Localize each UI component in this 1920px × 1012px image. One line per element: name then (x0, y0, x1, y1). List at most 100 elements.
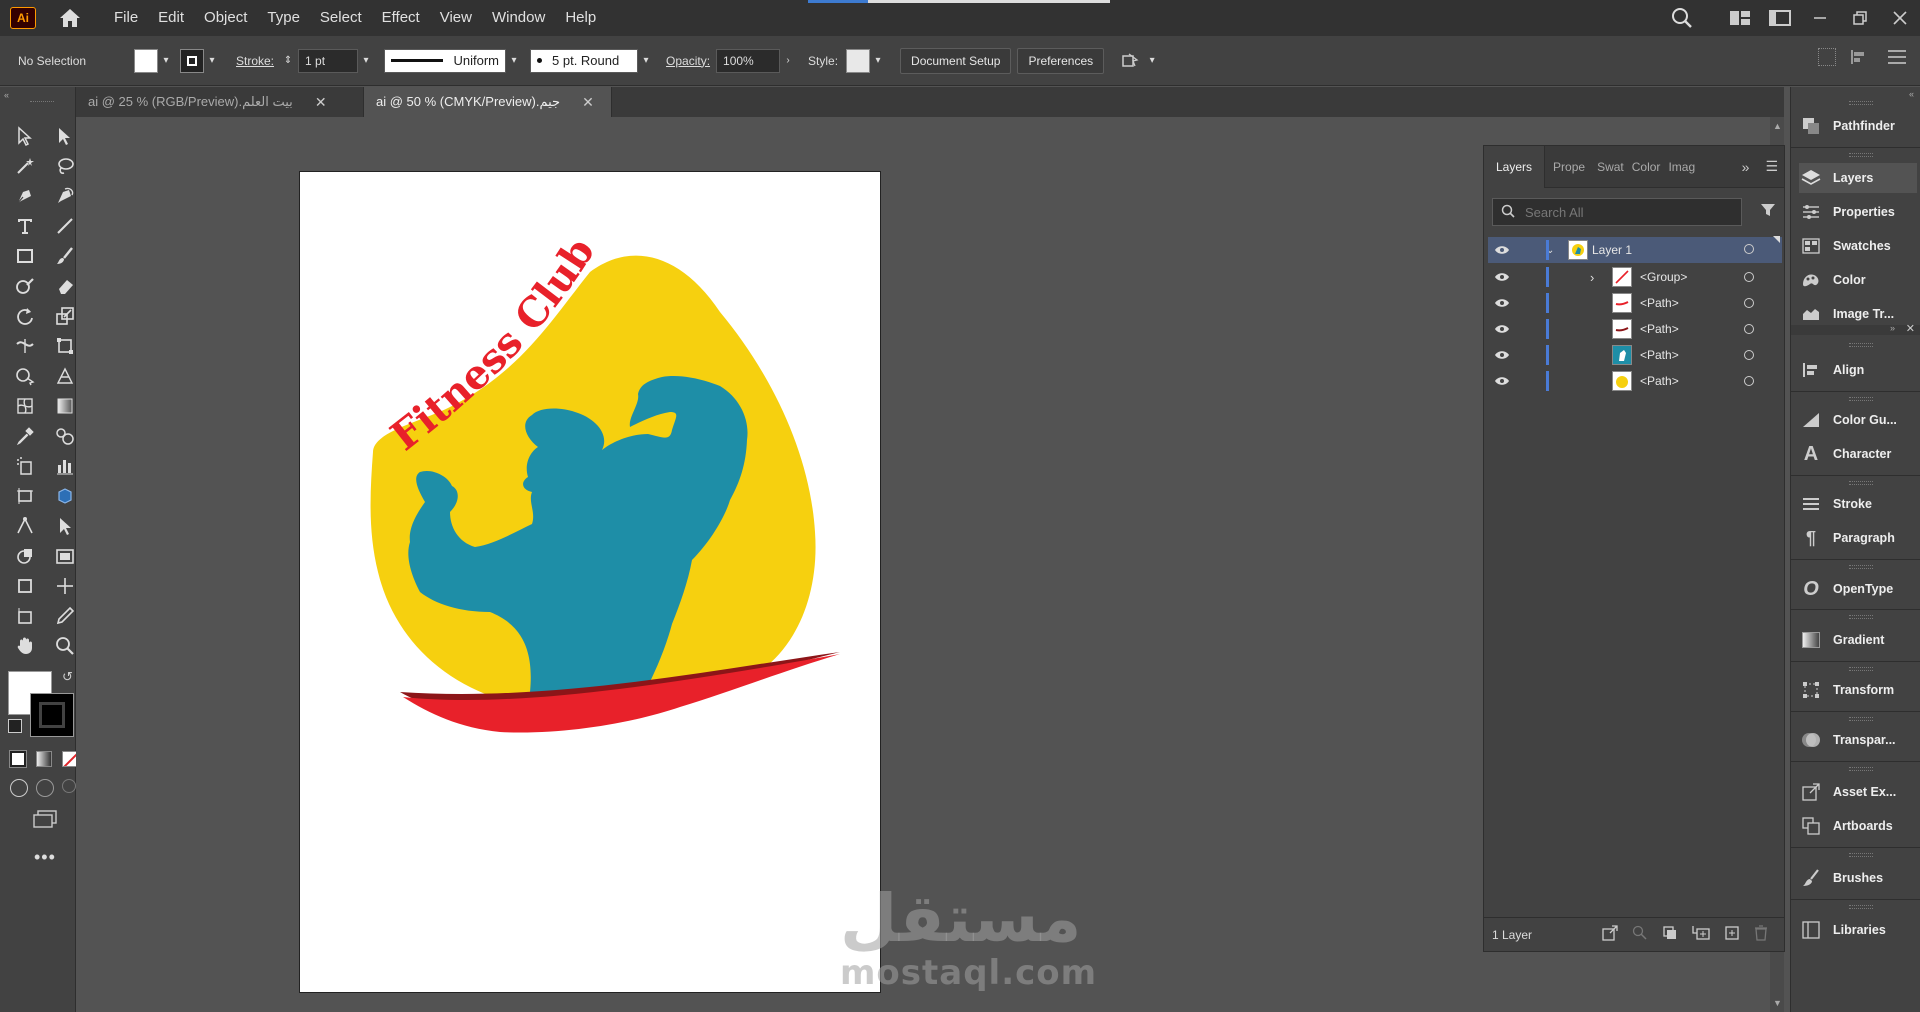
tab-document-1-close-icon[interactable]: ✕ (315, 94, 327, 111)
tab-color[interactable]: Color (1628, 146, 1665, 188)
shape-builder-tool-icon[interactable] (12, 363, 38, 389)
visibility-eye-icon[interactable] (1488, 324, 1516, 334)
magic-wand-tool-icon[interactable] (12, 153, 38, 179)
arrange-icon[interactable] (1118, 48, 1144, 74)
dock-color-guide[interactable]: Color Gu... (1799, 405, 1917, 435)
expand-chevron-down-icon[interactable]: ⌄ (1546, 245, 1568, 256)
tab-properties[interactable]: Prope (1545, 146, 1593, 188)
pen-tool-icon[interactable] (12, 183, 38, 209)
dock-grip[interactable] (1849, 397, 1873, 401)
visibility-eye-icon[interactable] (1488, 376, 1516, 386)
draw-normal-icon[interactable] (10, 779, 28, 797)
opacity-arrow-icon[interactable]: › (780, 49, 796, 73)
eraser-tool-icon[interactable] (52, 273, 78, 299)
layer-name[interactable]: <Path> (1640, 348, 1679, 362)
panel-menu-icon[interactable] (1888, 48, 1906, 66)
layer-name[interactable]: <Group> (1640, 270, 1687, 284)
dock-swatches[interactable]: Swatches (1799, 231, 1917, 261)
stroke-color-box[interactable] (30, 693, 74, 737)
default-fill-stroke-icon[interactable] (8, 719, 22, 733)
fill-dropdown-icon[interactable]: ▾ (158, 49, 174, 73)
dock-grip[interactable] (1849, 565, 1873, 569)
dock-character[interactable]: A Character (1799, 439, 1917, 469)
layer-name[interactable]: Layer 1 (1592, 243, 1632, 257)
width-tool-icon[interactable] (12, 333, 38, 359)
tab-image-trace[interactable]: Imag (1664, 146, 1699, 188)
align-options-icon[interactable] (1850, 48, 1874, 66)
dock-grip[interactable] (1849, 905, 1873, 909)
tab-swatches[interactable]: Swat (1593, 146, 1628, 188)
direct-selection-tool-icon[interactable] (52, 123, 78, 149)
tab-document-1[interactable]: بيت العلم.ai @ 25 % (RGB/Preview) ✕ (76, 87, 364, 117)
layer-row-group[interactable]: › <Group> (1488, 264, 1782, 290)
workspace-switcher-icon[interactable] (1760, 0, 1800, 36)
draw-behind-icon[interactable] (12, 543, 38, 569)
dock-layers[interactable]: Layers (1799, 163, 1917, 193)
visibility-eye-icon[interactable] (1488, 272, 1516, 282)
touch-type-tool-icon[interactable] (52, 513, 78, 539)
stroke-profile-dropdown-icon[interactable]: ▾ (506, 49, 522, 73)
align-grid-icon[interactable] (1818, 48, 1836, 66)
dock-grip[interactable] (1849, 343, 1873, 347)
target-circle-icon[interactable] (1744, 376, 1754, 386)
tab-layers[interactable]: Layers (1484, 145, 1546, 188)
dock-opentype[interactable]: O OpenType (1799, 574, 1917, 604)
target-circle-icon[interactable] (1744, 298, 1754, 308)
dock-grip[interactable] (1849, 767, 1873, 771)
filter-icon[interactable] (1760, 202, 1776, 221)
logo-artwork[interactable]: Fitness Club (300, 172, 881, 993)
eyedropper-tool-icon[interactable] (12, 423, 38, 449)
stroke-dropdown-icon[interactable]: ▾ (204, 49, 220, 73)
slice-tool-icon[interactable] (52, 483, 78, 509)
color-mode-icon[interactable] (9, 750, 27, 768)
rotate-tool-icon[interactable] (12, 303, 38, 329)
zoom-tool-icon[interactable] (52, 633, 78, 659)
line-tool-icon[interactable] (52, 213, 78, 239)
menu-file[interactable]: File (104, 0, 148, 36)
draw-behind-mode-icon[interactable] (36, 779, 54, 797)
layer-row-layer-1[interactable]: ⌄ Layer 1 (1488, 236, 1782, 263)
dock-paragraph[interactable]: ¶ Paragraph (1799, 523, 1917, 553)
menu-select[interactable]: Select (310, 0, 372, 36)
menu-view[interactable]: View (430, 0, 482, 36)
make-clipping-mask-icon[interactable] (1662, 925, 1678, 944)
artboard[interactable]: Fitness Club (299, 171, 881, 993)
stroke-weight-dropdown-icon[interactable]: ▾ (358, 49, 374, 73)
export-icon[interactable] (1602, 925, 1618, 944)
paintbrush-tool-icon[interactable] (52, 243, 78, 269)
expand-chevron-right-icon[interactable]: › (1590, 270, 1612, 285)
brush-dropdown-icon[interactable]: ▾ (638, 49, 654, 73)
collapse-dock-icon[interactable]: « (1909, 89, 1914, 99)
dock-stroke[interactable]: Stroke (1799, 489, 1917, 519)
stroke-profile-field[interactable]: Uniform (384, 48, 507, 73)
layer-row-path[interactable]: <Path> (1488, 316, 1782, 342)
stroke-weight-field[interactable]: 1 pt (298, 48, 359, 73)
page-tool-icon[interactable] (12, 603, 38, 629)
shaper-tool-icon[interactable] (12, 273, 38, 299)
dock-grip[interactable] (1849, 717, 1873, 721)
layer-row-path[interactable]: <Path> (1488, 342, 1782, 368)
blend-tool-icon[interactable] (52, 423, 78, 449)
artboard-tool-icon[interactable] (12, 483, 38, 509)
brush-field[interactable]: 5 pt. Round (530, 48, 639, 73)
layer-name[interactable]: <Path> (1640, 296, 1679, 310)
lasso-tool-icon[interactable] (52, 153, 78, 179)
scroll-down-icon[interactable]: ▼ (1773, 998, 1782, 1008)
dock-brushes[interactable]: Brushes (1799, 863, 1917, 893)
perspective-grid-tool-icon[interactable] (52, 363, 78, 389)
style-dropdown-icon[interactable]: ▾ (870, 49, 886, 73)
visibility-eye-icon[interactable] (1488, 245, 1516, 255)
dock-grip[interactable] (1849, 615, 1873, 619)
layers-search-field[interactable]: Search All (1492, 198, 1742, 226)
dock-asset-export[interactable]: Asset Ex... (1799, 777, 1917, 807)
layer-row-path[interactable]: <Path> (1488, 290, 1782, 316)
crop-tool-icon[interactable] (12, 573, 38, 599)
create-new-layer-icon[interactable] (1724, 925, 1740, 944)
dock-grip[interactable] (1849, 153, 1873, 157)
dock-properties[interactable]: Properties (1799, 197, 1917, 227)
visibility-eye-icon[interactable] (1488, 350, 1516, 360)
target-circle-icon[interactable] (1744, 324, 1754, 334)
create-sublayer-icon[interactable] (1692, 925, 1710, 944)
dock-gradient[interactable]: Gradient (1799, 625, 1917, 655)
layers-panel-menu-icon[interactable]: ☰ (1765, 158, 1778, 175)
